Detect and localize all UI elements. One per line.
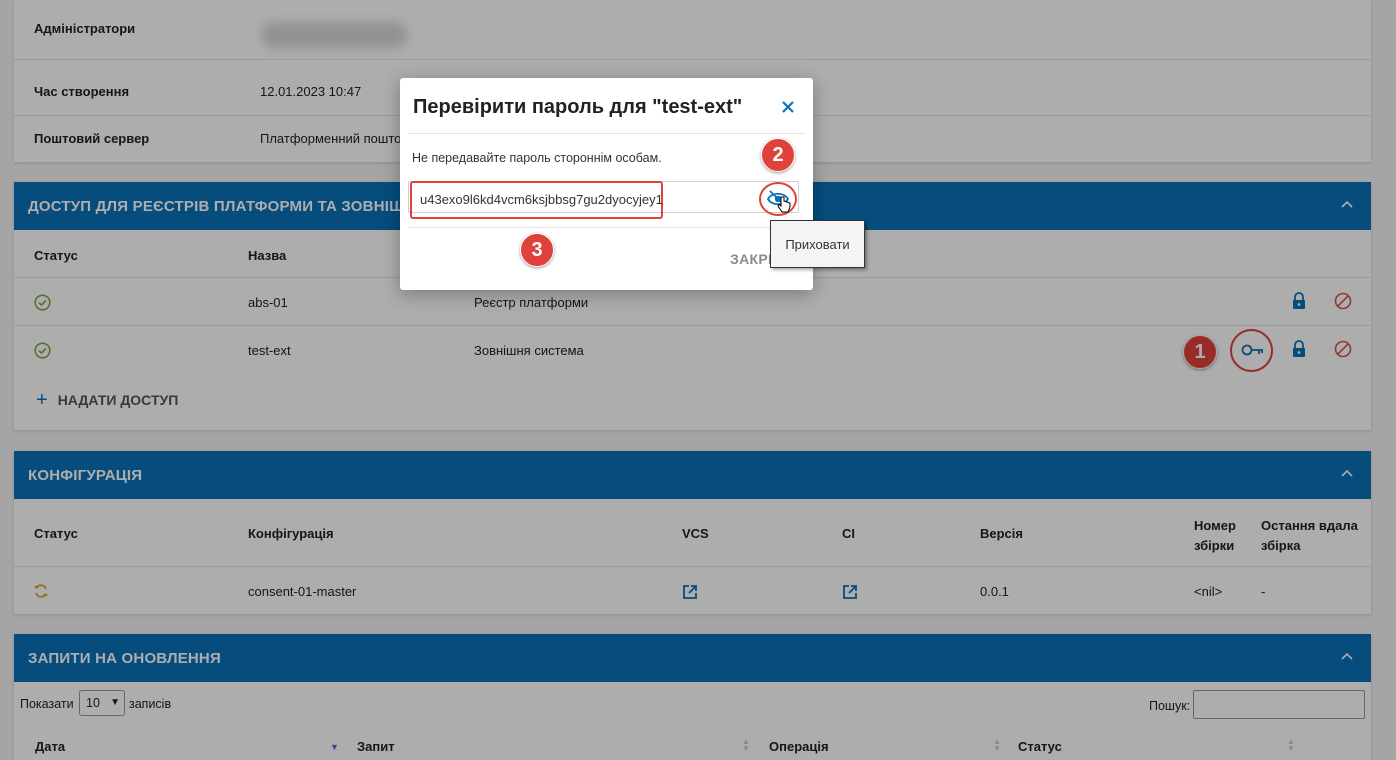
close-icon[interactable] xyxy=(781,100,795,114)
hide-tooltip: Приховати xyxy=(770,220,865,268)
registry-page: Адміністратори Час створення 12.01.2023 … xyxy=(0,0,1396,760)
hand-pointer-icon xyxy=(777,196,791,213)
password-value: u43exo9l6kd4vcm6ksjbbsg7gu2dyocyjey1 xyxy=(420,192,663,207)
dialog-warning: Не передавайте пароль стороннім особам. xyxy=(412,151,662,165)
tooltip-text: Приховати xyxy=(785,236,850,252)
step-badge-3: 3 xyxy=(520,233,554,267)
divider xyxy=(408,227,805,228)
dialog-title: Перевірити пароль для "test-ext" xyxy=(413,96,743,118)
divider xyxy=(408,133,805,134)
step-badge-2: 2 xyxy=(761,138,795,172)
